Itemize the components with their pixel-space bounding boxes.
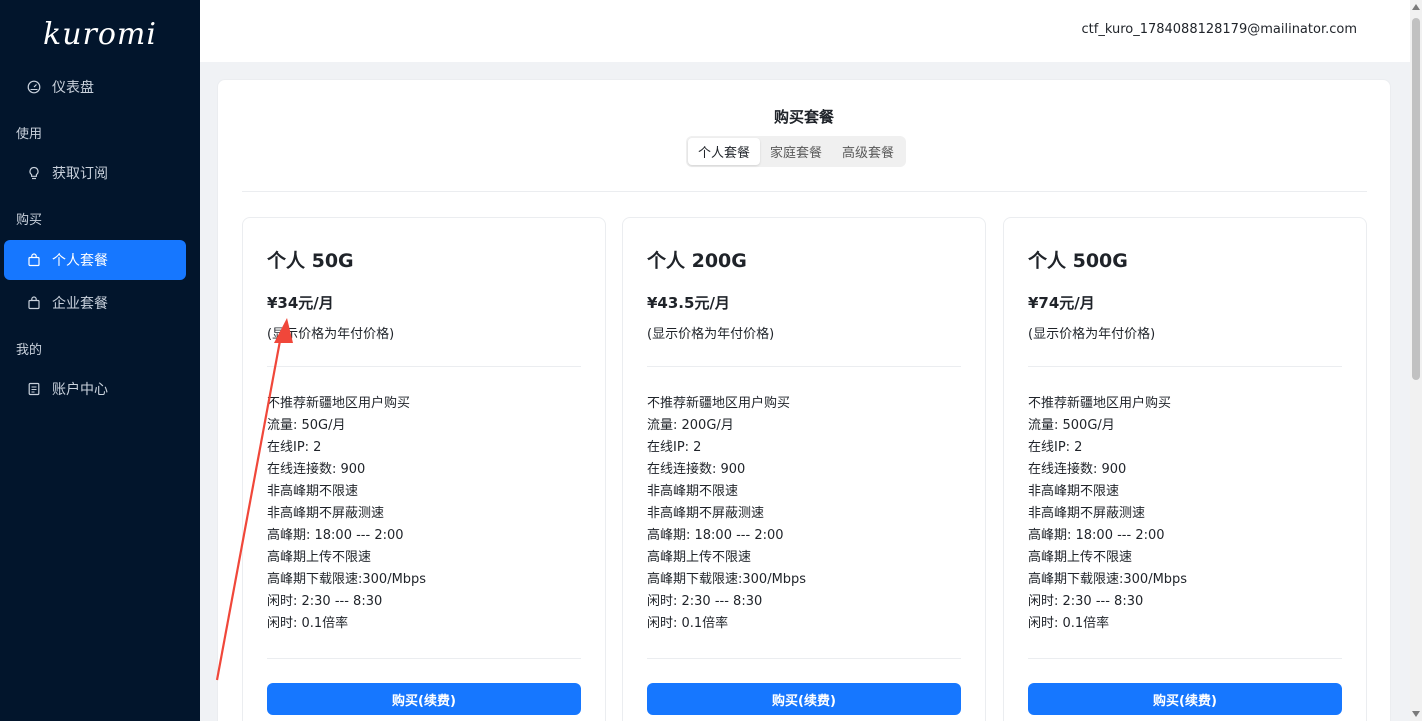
feature-item: 非高峰期不屏蔽测速 (1028, 506, 1146, 521)
app-logo[interactable]: kuromi (0, 0, 200, 68)
feature-item: 在线连接数: 900 (647, 462, 746, 477)
feature-item: 闲时: 2:30 --- 8:30 (267, 594, 383, 609)
plan-price: ¥34元/月 (267, 294, 334, 312)
feature-list: 不推荐新疆地区用户购买 流量: 50G/月 在线IP: 2 在线连接数: 900… (267, 393, 426, 635)
sidebar-item-account[interactable]: 账户中心 (4, 369, 186, 409)
sidebar-item-subscribe[interactable]: 获取订阅 (4, 153, 186, 193)
feature-item: 高峰期下载限速:300/Mbps (267, 572, 427, 587)
feature-item: 高峰期下载限速:300/Mbps (647, 572, 807, 587)
feature-item: 闲时: 2:30 --- 8:30 (647, 594, 763, 609)
plan-name: 个人 50G (267, 250, 354, 272)
price-note: (显示价格为年付价格) (647, 327, 775, 342)
feature-item: 非高峰期不屏蔽测速 (267, 506, 385, 521)
page-scrollbar[interactable] (1410, 0, 1422, 721)
tab-personal-plan[interactable]: 个人套餐 (688, 138, 761, 165)
feature-item: 非高峰期不限速 (267, 484, 359, 499)
feature-item: 流量: 500G/月 (1028, 418, 1115, 433)
plan-price: ¥43.5元/月 (647, 294, 730, 312)
feature-list: 不推荐新疆地区用户购买 流量: 200G/月 在线IP: 2 在线连接数: 90… (647, 393, 806, 635)
account-icon (26, 381, 42, 397)
plan-name: 个人 200G (647, 250, 747, 272)
scroll-down-arrow-icon[interactable] (1412, 711, 1420, 717)
plan-panel: 购买套餐 个人套餐 家庭套餐 高级套餐 个人 50G ¥34元/月 (显示价格为… (217, 79, 1391, 721)
feature-item: 在线IP: 2 (267, 440, 322, 455)
buy-button[interactable]: 购买(续费) (1028, 683, 1342, 715)
feature-item: 不推荐新疆地区用户购买 (1028, 396, 1172, 411)
scroll-up-arrow-icon[interactable] (1412, 4, 1420, 10)
user-email-menu[interactable]: ctf_kuro_1784088128179@mailinator.com (1082, 22, 1358, 37)
sidebar-item-personal-plan[interactable]: 个人套餐 (4, 240, 186, 280)
divider (1028, 366, 1342, 367)
buy-button[interactable]: 购买(续费) (647, 683, 961, 715)
price-note: (显示价格为年付价格) (267, 327, 395, 342)
sidebar-item-label: 仪表盘 (52, 80, 94, 96)
feature-item: 高峰期上传不限速 (1028, 550, 1133, 565)
divider (1028, 658, 1342, 659)
sidebar-item-dashboard[interactable]: 仪表盘 (4, 67, 186, 107)
sidebar-item-enterprise-plan[interactable]: 企业套餐 (4, 283, 186, 323)
feature-item: 闲时: 2:30 --- 8:30 (1028, 594, 1144, 609)
page-title: 购买套餐 (773, 108, 834, 126)
bag-icon (26, 252, 42, 268)
divider (647, 658, 961, 659)
buy-button[interactable]: 购买(续费) (267, 683, 581, 715)
feature-item: 非高峰期不限速 (647, 484, 739, 499)
feature-item: 闲时: 0.1倍率 (267, 616, 349, 631)
dashboard-icon (26, 79, 42, 95)
plan-name: 个人 500G (1028, 250, 1128, 272)
feature-item: 高峰期: 18:00 --- 2:00 (1028, 528, 1165, 543)
feature-item: 高峰期下载限速:300/Mbps (1028, 572, 1188, 587)
divider (242, 191, 1367, 192)
tab-family-plan[interactable]: 家庭套餐 (760, 138, 832, 165)
feature-item: 流量: 200G/月 (647, 418, 734, 433)
plan-card-500g: 个人 500G ¥74元/月 (显示价格为年付价格) 不推荐新疆地区用户购买 流… (1003, 217, 1367, 721)
feature-item: 高峰期: 18:00 --- 2:00 (647, 528, 784, 543)
nav-group-buy: 购买 (16, 213, 43, 228)
plan-card-50g: 个人 50G ¥34元/月 (显示价格为年付价格) 不推荐新疆地区用户购买 流量… (242, 217, 606, 721)
plan-tabs: 个人套餐 家庭套餐 高级套餐 (686, 136, 907, 167)
scroll-thumb[interactable] (1412, 18, 1420, 380)
nav-group-mine: 我的 (16, 343, 43, 358)
feature-item: 不推荐新疆地区用户购买 (267, 396, 411, 411)
feature-item: 非高峰期不屏蔽测速 (647, 506, 765, 521)
sidebar-item-label: 获取订阅 (52, 166, 108, 182)
feature-item: 闲时: 0.1倍率 (1028, 616, 1110, 631)
divider (267, 658, 581, 659)
feature-item: 在线IP: 2 (647, 440, 702, 455)
feature-item: 在线IP: 2 (1028, 440, 1083, 455)
sidebar-item-label: 个人套餐 (52, 253, 108, 269)
feature-list: 不推荐新疆地区用户购买 流量: 500G/月 在线IP: 2 在线连接数: 90… (1028, 393, 1187, 635)
top-header: ctf_kuro_1784088128179@mailinator.com (200, 0, 1410, 62)
feature-item: 高峰期上传不限速 (267, 550, 372, 565)
feature-item: 在线连接数: 900 (1028, 462, 1127, 477)
feature-item: 流量: 50G/月 (267, 418, 346, 433)
sidebar: kuromi 仪表盘 使用 获取订阅 购买 个人套餐 企业套餐 我的 账户中心 (0, 0, 200, 721)
bag-icon (26, 295, 42, 311)
feature-item: 不推荐新疆地区用户购买 (647, 396, 791, 411)
feature-item: 高峰期上传不限速 (647, 550, 752, 565)
divider (647, 366, 961, 367)
price-note: (显示价格为年付价格) (1028, 327, 1156, 342)
tab-premium-plan[interactable]: 高级套餐 (832, 138, 904, 165)
plan-price: ¥74元/月 (1028, 294, 1095, 312)
divider (267, 366, 581, 367)
bulb-icon (26, 165, 42, 181)
feature-item: 在线连接数: 900 (267, 462, 366, 477)
plan-card-200g: 个人 200G ¥43.5元/月 (显示价格为年付价格) 不推荐新疆地区用户购买… (622, 217, 986, 721)
feature-item: 非高峰期不限速 (1028, 484, 1120, 499)
feature-item: 高峰期: 18:00 --- 2:00 (267, 528, 404, 543)
sidebar-item-label: 企业套餐 (52, 296, 108, 312)
feature-item: 闲时: 0.1倍率 (647, 616, 729, 631)
sidebar-item-label: 账户中心 (52, 382, 108, 398)
nav-group-use: 使用 (16, 127, 43, 142)
